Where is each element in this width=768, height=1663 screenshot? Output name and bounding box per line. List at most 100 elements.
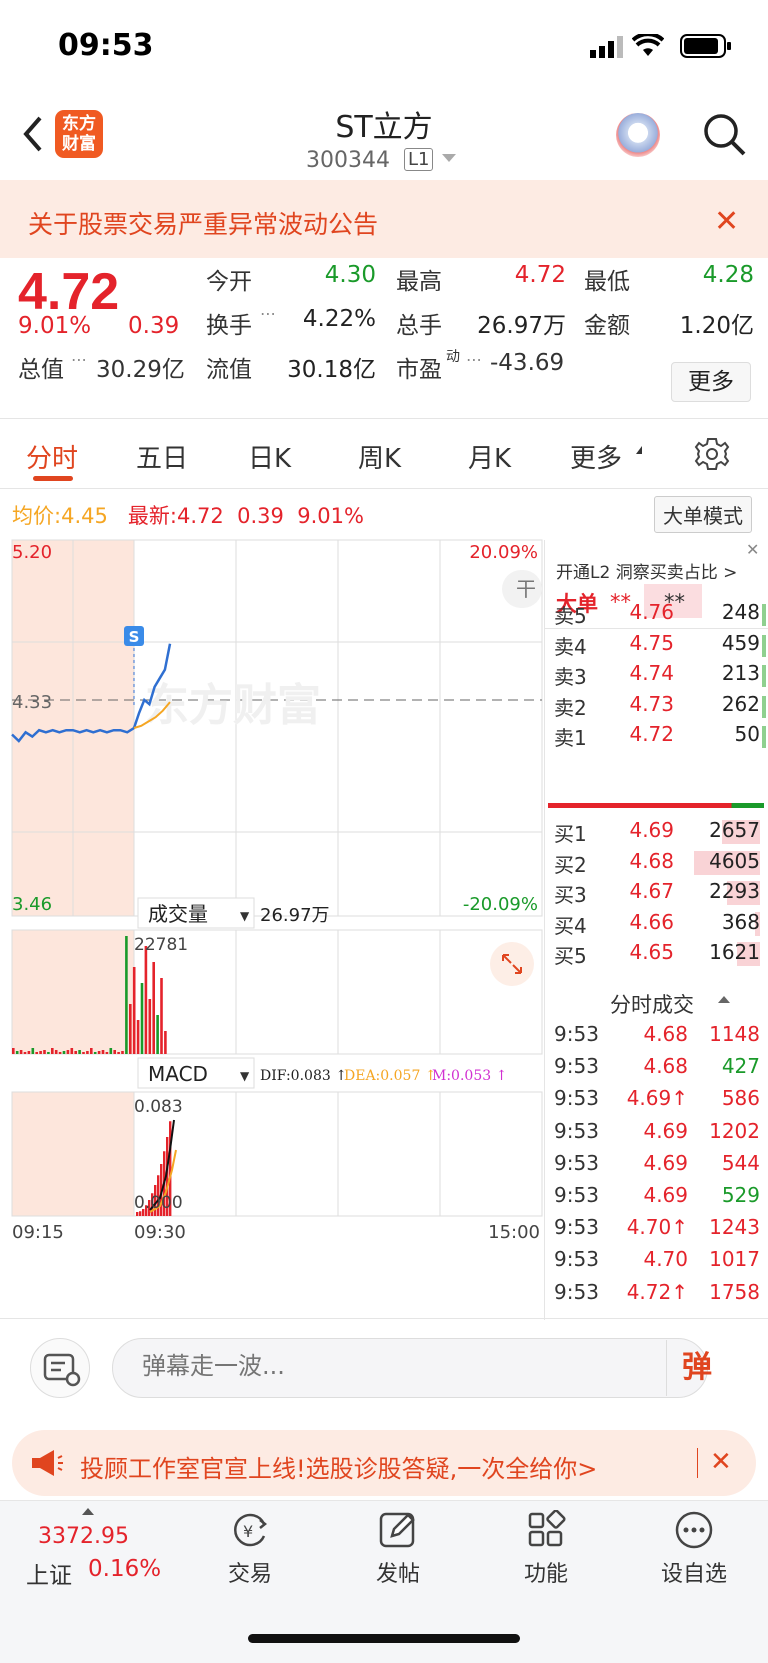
- tab-daily-k[interactable]: 日K: [248, 438, 291, 475]
- tab-more[interactable]: 更多: [570, 438, 622, 475]
- turnover-value: 4.22%: [302, 306, 376, 332]
- assistant-avatar-icon[interactable]: [616, 113, 660, 157]
- volume-bar: [93, 1052, 97, 1054]
- bids-row[interactable]: 买1 4.69 2657: [544, 818, 768, 849]
- stock-code[interactable]: 300344: [306, 148, 390, 173]
- dif-label: DIF:0.083 ↑: [260, 1068, 347, 1084]
- chat-settings-icon[interactable]: [30, 1338, 90, 1398]
- nav-functions[interactable]: 功能: [486, 1556, 606, 1588]
- index-caret-icon[interactable]: [82, 1508, 94, 1515]
- wifi-icon: [632, 34, 664, 56]
- active-tab-indicator: [33, 476, 73, 481]
- asks-price: 4.76: [629, 600, 674, 624]
- time-mid-label: 09:30: [134, 1222, 186, 1243]
- trade-price: 4.70: [643, 1247, 688, 1272]
- tab-monthly-k[interactable]: 月K: [468, 438, 511, 475]
- trade-price: 4.70↑: [626, 1215, 688, 1240]
- bids-row[interactable]: 买5 4.65 1621: [544, 940, 768, 971]
- gear-icon[interactable]: [694, 436, 730, 472]
- float-label: 流值: [206, 357, 252, 383]
- status-time: 09:53: [58, 28, 154, 63]
- trade-row: 9:53 4.70 1017: [544, 1247, 768, 1279]
- l2-promo-link[interactable]: 开通L2 洞察买卖占比 >: [556, 558, 737, 583]
- trade-icon[interactable]: ¥: [230, 1510, 270, 1550]
- mktcap-label: 总值: [18, 357, 64, 383]
- float-value: 30.18亿: [287, 357, 376, 383]
- asks-row[interactable]: 卖1 4.72 50: [544, 722, 768, 753]
- asks-level: 卖5: [554, 604, 587, 628]
- asks-price: 4.75: [629, 630, 674, 655]
- asks-row[interactable]: 卖3 4.74 213: [544, 661, 768, 692]
- compose-icon[interactable]: [378, 1510, 418, 1550]
- latest-pct: 9.01%: [297, 504, 364, 528]
- index-pct[interactable]: 0.16%: [88, 1556, 161, 1582]
- tab-weekly-k[interactable]: 周K: [358, 438, 401, 475]
- tab-intraday[interactable]: 分时: [26, 438, 78, 475]
- pe-sup: 动: [446, 349, 460, 365]
- trade-time: 9:53: [554, 1215, 599, 1240]
- bids-row[interactable]: 买2 4.68 4605: [544, 849, 768, 880]
- volume-bar: [152, 962, 155, 1054]
- info-icon[interactable]: ⋯: [466, 350, 482, 369]
- asks-volume: 248: [721, 600, 760, 624]
- volume-bar: [105, 1052, 109, 1054]
- avg-label: 均价:: [12, 504, 62, 528]
- trade-row: 9:53 4.72↑ 1758: [544, 1280, 768, 1312]
- volume-bar: [109, 1048, 113, 1054]
- bids-row[interactable]: 买3 4.67 2293: [544, 879, 768, 910]
- signal-icon: [590, 36, 623, 58]
- more-dots-icon[interactable]: [674, 1510, 714, 1550]
- collapse-caret-icon[interactable]: [718, 996, 730, 1003]
- danmu-input[interactable]: [142, 1352, 642, 1380]
- search-icon[interactable]: [700, 110, 748, 158]
- close-icon[interactable]: ✕: [714, 204, 739, 239]
- expand-button: [490, 942, 534, 986]
- asks-volume: 213: [721, 661, 760, 685]
- info-icon[interactable]: ⋯: [71, 350, 87, 369]
- megaphone-icon: [32, 1450, 63, 1476]
- promo-text[interactable]: 投顾工作室官宣上线!选股诊股答疑,一次全给你>: [80, 1449, 597, 1484]
- dea-label: DEA:0.057 ↑: [344, 1068, 437, 1084]
- bids-volume: 2657: [709, 818, 760, 842]
- change-value: 0.39: [128, 313, 180, 339]
- bids-row[interactable]: 买4 4.66 368: [544, 910, 768, 941]
- bids-volume: 368: [721, 909, 760, 934]
- big-order-mode-button[interactable]: 大单模式: [654, 496, 752, 533]
- grid-icon[interactable]: [526, 1510, 566, 1550]
- amount-value: 1.20亿: [679, 313, 754, 339]
- turnover-label: 换手: [206, 313, 252, 339]
- info-icon[interactable]: ⋯: [260, 304, 276, 323]
- pe-label: 市盈: [396, 357, 442, 383]
- intraday-chart[interactable]: 东方财富 S 5.20 4.33 3.46 20.09% -20.09% 成交量…: [0, 530, 545, 1320]
- dropdown-caret-icon[interactable]: [442, 154, 456, 162]
- asks-row[interactable]: 卖5 4.76 248: [544, 600, 768, 631]
- trade-time: 9:53: [554, 1279, 599, 1304]
- battery-icon: [680, 34, 731, 58]
- volume-bar: [31, 1048, 35, 1054]
- tab-5day[interactable]: 五日: [136, 438, 188, 475]
- low-label: 最低: [584, 269, 630, 295]
- index-name[interactable]: 上证: [26, 1556, 72, 1590]
- danmu-send-button[interactable]: 弹: [682, 1340, 722, 1396]
- notice-text[interactable]: 关于股票交易严重异常波动公告: [28, 205, 378, 241]
- trades-title[interactable]: 分时成交: [610, 989, 694, 1019]
- more-button[interactable]: 更多: [671, 362, 751, 402]
- trade-price: 4.69: [643, 1150, 688, 1175]
- volume-bar: [136, 1020, 140, 1054]
- volume-bar: [117, 1052, 120, 1054]
- volume-bar: [82, 1052, 85, 1054]
- low-value: 4.28: [702, 262, 754, 288]
- bids-level: 买5: [554, 944, 587, 968]
- close-icon[interactable]: ✕: [746, 540, 759, 559]
- close-icon[interactable]: ✕: [710, 1447, 732, 1477]
- macd-min-label: 0.000: [134, 1193, 183, 1213]
- bids-price: 4.65: [629, 940, 674, 964]
- level-badge[interactable]: L1: [404, 148, 434, 171]
- index-value[interactable]: 3372.95: [38, 1524, 129, 1549]
- asks-row[interactable]: 卖2 4.73 262: [544, 692, 768, 723]
- nav-trade[interactable]: 交易: [190, 1556, 310, 1588]
- nav-post[interactable]: 发帖: [338, 1556, 458, 1588]
- asks-row[interactable]: 卖4 4.75 459: [544, 631, 768, 662]
- nav-add-watchlist[interactable]: 设自选: [634, 1556, 754, 1588]
- volume-bar: [140, 983, 144, 1054]
